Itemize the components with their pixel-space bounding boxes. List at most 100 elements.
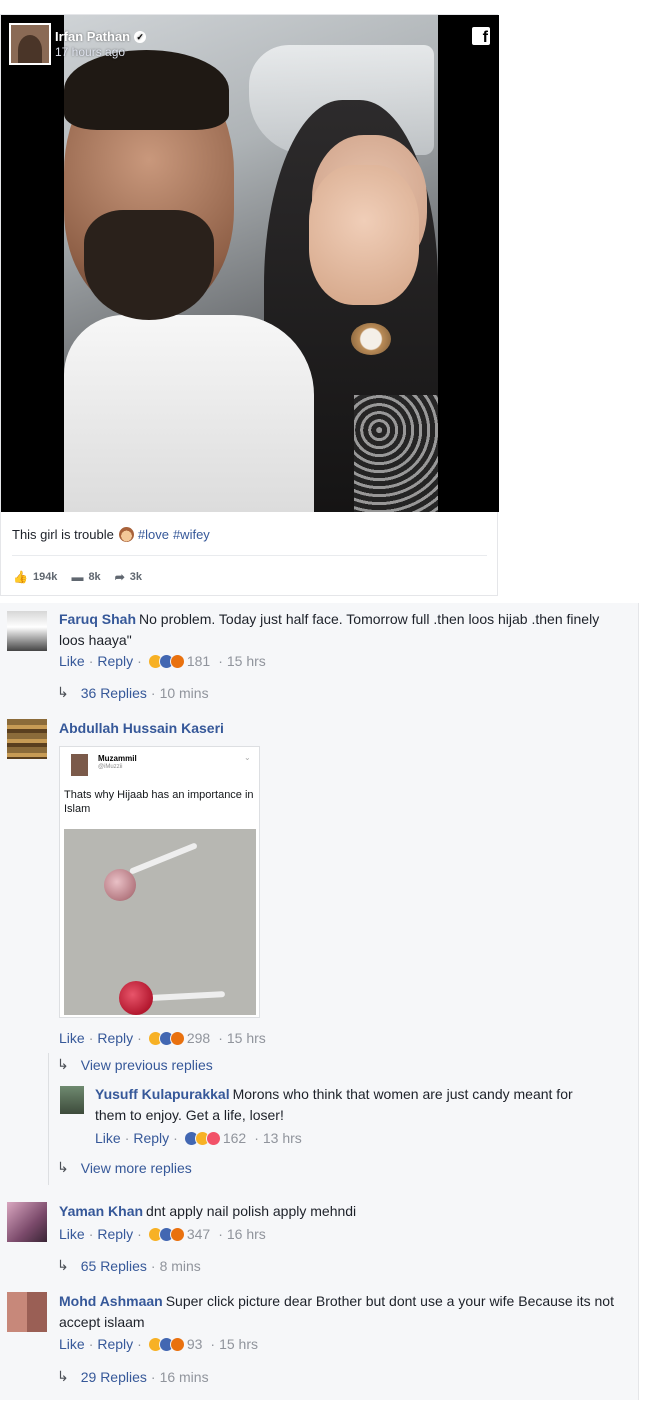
separator: ·	[124, 1130, 130, 1146]
reactions[interactable]: 298	[147, 1030, 211, 1046]
shares-stat[interactable]: ➦ 3k	[115, 570, 142, 584]
facebook-logo-icon[interactable]: f	[472, 27, 490, 45]
commenter-avatar[interactable]	[7, 719, 47, 759]
commenter-name[interactable]: Yusuff Kulapurakkal	[95, 1086, 230, 1102]
replies-link[interactable]: ↳ 29 Replies · 16 mins	[57, 1368, 209, 1385]
reply-button[interactable]: Reply	[97, 1030, 133, 1046]
divider	[12, 555, 487, 556]
separator: ·	[88, 653, 94, 669]
commenter-name[interactable]: Yaman Khan	[59, 1203, 143, 1219]
reply-button[interactable]: Reply	[133, 1130, 169, 1146]
thumbs-up-icon: 👍	[13, 570, 28, 584]
replies-link[interactable]: ↳ 36 Replies · 10 mins	[57, 684, 209, 701]
angry-reaction-icon	[169, 1030, 185, 1046]
replies-time: 10 mins	[159, 684, 209, 701]
comment-body: Mohd Ashmaan Super click picture dear Bro…	[59, 1291, 619, 1333]
comment-actions: Like · Reply · 181 · 15 hrs	[59, 653, 266, 669]
comment-body: Abdullah Hussain Kaseri	[59, 718, 619, 739]
view-previous-label: View previous replies	[80, 1056, 213, 1073]
view-more-replies[interactable]: ↳ View more replies	[57, 1159, 192, 1176]
woman-hands	[309, 165, 419, 305]
comment-text: No problem. Today just half face. Tomorr…	[59, 611, 600, 648]
separator: ·	[254, 1130, 259, 1146]
share-icon: ➦	[114, 570, 125, 584]
reactions[interactable]: 93	[147, 1336, 203, 1352]
separator: ·	[88, 1030, 94, 1046]
commenter-avatar[interactable]	[7, 1202, 47, 1242]
tweet-text: Thats why Hijaab has an importance in Is…	[64, 789, 254, 815]
reactions[interactable]: 162	[183, 1130, 246, 1146]
reply-button[interactable]: Reply	[97, 1226, 133, 1242]
man-beard	[84, 210, 214, 320]
caption-text: This girl is trouble	[12, 527, 114, 542]
replies-count: 36 Replies	[80, 684, 147, 701]
reply-button[interactable]: Reply	[97, 653, 133, 669]
separator: ·	[137, 653, 142, 669]
tweet-author: Muzammil	[98, 754, 137, 763]
tweet-handle: @iMuzzii	[98, 764, 123, 770]
likes-stat[interactable]: 👍 194k	[13, 570, 57, 584]
replies-link[interactable]: ↳ 65 Replies · 8 mins	[57, 1257, 201, 1274]
lace-pattern	[354, 395, 438, 512]
comment-actions: Like · Reply · 347 · 16 hrs	[59, 1226, 266, 1242]
hashtag-wifey[interactable]: #wifey	[173, 527, 210, 542]
comment-body: Yusuff Kulapurakkal Morons who think that…	[95, 1084, 575, 1126]
reaction-count: 347	[186, 1226, 211, 1242]
chevron-down-icon: ⌄	[244, 753, 251, 762]
commenter-name[interactable]: Abdullah Hussain Kaseri	[59, 720, 224, 736]
reply-button[interactable]: Reply	[97, 1336, 133, 1352]
view-previous-replies[interactable]: ↳ View previous replies	[57, 1056, 213, 1073]
hashtag-love[interactable]: #love	[138, 527, 169, 542]
comment-time[interactable]: 16 hrs	[227, 1226, 266, 1242]
commenter-name[interactable]: Faruq Shah	[59, 611, 136, 627]
commenter-avatar[interactable]	[7, 611, 47, 651]
angry-reaction-icon	[169, 653, 185, 669]
separator: ·	[137, 1030, 142, 1046]
comment-icon: ▬	[71, 570, 84, 584]
commenter-avatar[interactable]	[7, 1292, 47, 1332]
commenter-name[interactable]: Mohd Ashmaan	[59, 1293, 163, 1309]
comment-time[interactable]: 13 hrs	[263, 1130, 302, 1146]
comment-actions: Like · Reply · 93 · 15 hrs	[59, 1336, 258, 1352]
shares-count: 3k	[129, 571, 142, 583]
replies-time: 8 mins	[159, 1257, 201, 1274]
post-timestamp[interactable]: 17 hours ago	[55, 45, 146, 59]
reaction-count: 93	[186, 1336, 203, 1352]
reply-arrow-icon: ↳	[57, 1257, 69, 1273]
separator: ·	[137, 1226, 142, 1242]
comment-time[interactable]: 15 hrs	[227, 653, 266, 669]
wrapped-lollipop	[119, 981, 153, 1015]
like-button[interactable]: Like	[59, 1336, 85, 1352]
man-shirt	[64, 315, 314, 512]
reactions[interactable]: 347	[147, 1226, 211, 1242]
like-button[interactable]: Like	[59, 1226, 85, 1242]
separator: ·	[218, 1226, 223, 1242]
lollipop-stick	[149, 991, 226, 1001]
separator: ·	[150, 684, 156, 701]
post-photo[interactable]: Irfan Pathan ✓ 17 hours ago f	[1, 15, 499, 512]
reaction-count: 181	[186, 653, 211, 669]
author-avatar[interactable]	[9, 23, 51, 65]
comment-time[interactable]: 15 hrs	[227, 1030, 266, 1046]
comments-stat[interactable]: ▬ 8k	[71, 570, 100, 584]
separator: ·	[210, 1336, 216, 1352]
replies-count: 29 Replies	[80, 1368, 147, 1385]
author-name[interactable]: Irfan Pathan	[55, 29, 130, 44]
reaction-count: 298	[186, 1030, 211, 1046]
lollipop-photo	[64, 829, 256, 1015]
view-more-label: View more replies	[80, 1159, 192, 1176]
like-button[interactable]: Like	[95, 1130, 121, 1146]
commenter-avatar[interactable]	[60, 1086, 84, 1114]
separator: ·	[88, 1336, 94, 1352]
replies-count: 65 Replies	[80, 1257, 147, 1274]
separator: ·	[173, 1130, 178, 1146]
angry-reaction-icon	[169, 1226, 185, 1242]
like-button[interactable]: Like	[59, 1030, 85, 1046]
separator: ·	[137, 1336, 142, 1352]
like-button[interactable]: Like	[59, 653, 85, 669]
post-stats: 👍 194k ▬ 8k ➦ 3k	[13, 570, 156, 584]
comment-time[interactable]: 15 hrs	[219, 1336, 258, 1352]
embedded-tweet-image[interactable]: Muzammil @iMuzzii ⌄ Thats why Hijaab has…	[59, 746, 260, 1018]
likes-count: 194k	[32, 571, 58, 583]
reactions[interactable]: 181	[147, 653, 211, 669]
